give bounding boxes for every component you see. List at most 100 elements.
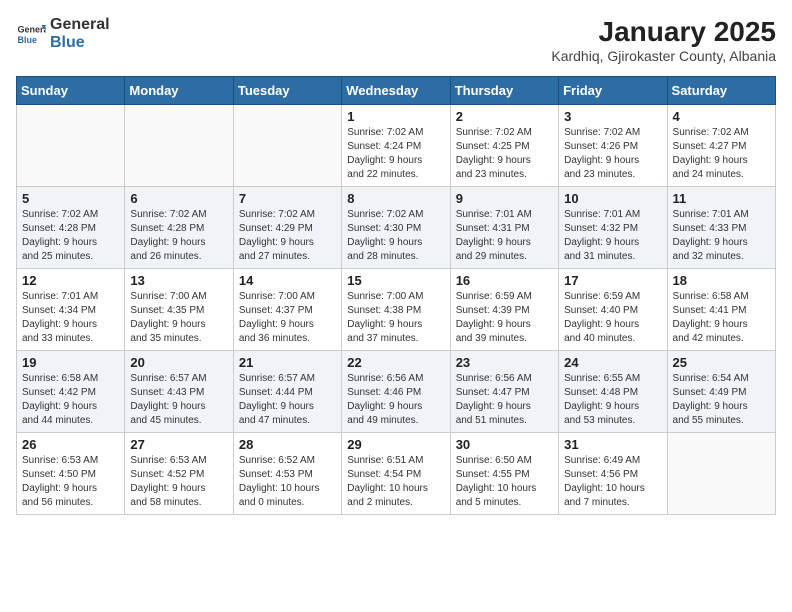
day-info: Sunrise: 6:57 AM Sunset: 4:44 PM Dayligh…: [239, 372, 336, 428]
calendar-week-row: 12 Sunrise: 7:01 AM Sunset: 4:34 PM Dayli…: [17, 269, 776, 351]
calendar-cell: 19 Sunrise: 6:58 AM Sunset: 4:42 PM Dayli…: [17, 351, 125, 433]
svg-text:General: General: [18, 24, 47, 34]
calendar-cell: 13 Sunrise: 7:00 AM Sunset: 4:35 PM Dayli…: [125, 269, 233, 351]
day-number: 23: [456, 355, 553, 370]
day-number: 7: [239, 191, 336, 206]
day-info: Sunrise: 6:56 AM Sunset: 4:47 PM Dayligh…: [456, 372, 553, 428]
weekday-header: Thursday: [450, 77, 558, 105]
page-subtitle: Kardhiq, Gjirokaster County, Albania: [551, 48, 776, 64]
calendar-cell: 4Sunrise: 7:02 AM Sunset: 4:27 PM Daylig…: [667, 105, 775, 187]
day-number: 26: [22, 437, 119, 452]
page-header: General Blue General Blue January 2025 K…: [16, 16, 776, 64]
day-info: Sunrise: 7:02 AM Sunset: 4:26 PM Dayligh…: [564, 126, 661, 182]
day-info: Sunrise: 6:56 AM Sunset: 4:46 PM Dayligh…: [347, 372, 444, 428]
day-info: Sunrise: 7:00 AM Sunset: 4:35 PM Dayligh…: [130, 290, 227, 346]
calendar-cell: 6Sunrise: 7:02 AM Sunset: 4:28 PM Daylig…: [125, 187, 233, 269]
day-info: Sunrise: 7:02 AM Sunset: 4:28 PM Dayligh…: [130, 208, 227, 264]
weekday-header: Wednesday: [342, 77, 450, 105]
calendar-week-row: 19 Sunrise: 6:58 AM Sunset: 4:42 PM Dayli…: [17, 351, 776, 433]
title-block: January 2025 Kardhiq, Gjirokaster County…: [551, 16, 776, 64]
day-number: 3: [564, 109, 661, 124]
day-info: Sunrise: 7:00 AM Sunset: 4:38 PM Dayligh…: [347, 290, 444, 346]
calendar-cell: 27 Sunrise: 6:53 AM Sunset: 4:52 PM Dayli…: [125, 433, 233, 515]
calendar-header-row: SundayMondayTuesdayWednesdayThursdayFrid…: [17, 77, 776, 105]
day-info: Sunrise: 7:02 AM Sunset: 4:30 PM Dayligh…: [347, 208, 444, 264]
calendar-cell: [17, 105, 125, 187]
day-info: Sunrise: 7:01 AM Sunset: 4:32 PM Dayligh…: [564, 208, 661, 264]
weekday-header: Tuesday: [233, 77, 341, 105]
svg-text:Blue: Blue: [18, 35, 38, 45]
day-number: 17: [564, 273, 661, 288]
day-info: Sunrise: 6:50 AM Sunset: 4:55 PM Dayligh…: [456, 454, 553, 510]
day-info: Sunrise: 7:00 AM Sunset: 4:37 PM Dayligh…: [239, 290, 336, 346]
calendar-cell: 20 Sunrise: 6:57 AM Sunset: 4:43 PM Dayli…: [125, 351, 233, 433]
day-info: Sunrise: 7:02 AM Sunset: 4:28 PM Dayligh…: [22, 208, 119, 264]
day-number: 15: [347, 273, 444, 288]
day-number: 14: [239, 273, 336, 288]
day-info: Sunrise: 6:54 AM Sunset: 4:49 PM Dayligh…: [673, 372, 770, 428]
day-info: Sunrise: 6:49 AM Sunset: 4:56 PM Dayligh…: [564, 454, 661, 510]
weekday-header: Saturday: [667, 77, 775, 105]
day-number: 21: [239, 355, 336, 370]
day-info: Sunrise: 6:59 AM Sunset: 4:39 PM Dayligh…: [456, 290, 553, 346]
day-number: 28: [239, 437, 336, 452]
calendar-cell: 14 Sunrise: 7:00 AM Sunset: 4:37 PM Dayli…: [233, 269, 341, 351]
calendar-cell: 25 Sunrise: 6:54 AM Sunset: 4:49 PM Dayli…: [667, 351, 775, 433]
calendar-cell: 28 Sunrise: 6:52 AM Sunset: 4:53 PM Dayli…: [233, 433, 341, 515]
day-info: Sunrise: 7:01 AM Sunset: 4:31 PM Dayligh…: [456, 208, 553, 264]
day-info: Sunrise: 6:58 AM Sunset: 4:41 PM Dayligh…: [673, 290, 770, 346]
calendar-cell: 31 Sunrise: 6:49 AM Sunset: 4:56 PM Dayli…: [559, 433, 667, 515]
calendar-cell: 18Sunrise: 6:58 AM Sunset: 4:41 PM Dayli…: [667, 269, 775, 351]
calendar-table: SundayMondayTuesdayWednesdayThursdayFrid…: [16, 76, 776, 515]
calendar-cell: 11Sunrise: 7:01 AM Sunset: 4:33 PM Dayli…: [667, 187, 775, 269]
day-info: Sunrise: 6:53 AM Sunset: 4:52 PM Dayligh…: [130, 454, 227, 510]
calendar-cell: 12 Sunrise: 7:01 AM Sunset: 4:34 PM Dayli…: [17, 269, 125, 351]
calendar-cell: 22 Sunrise: 6:56 AM Sunset: 4:46 PM Dayli…: [342, 351, 450, 433]
calendar-cell: 10 Sunrise: 7:01 AM Sunset: 4:32 PM Dayli…: [559, 187, 667, 269]
day-info: Sunrise: 6:52 AM Sunset: 4:53 PM Dayligh…: [239, 454, 336, 510]
calendar-week-row: 5Sunrise: 7:02 AM Sunset: 4:28 PM Daylig…: [17, 187, 776, 269]
calendar-cell: 9 Sunrise: 7:01 AM Sunset: 4:31 PM Daylig…: [450, 187, 558, 269]
calendar-cell: [125, 105, 233, 187]
day-info: Sunrise: 7:01 AM Sunset: 4:34 PM Dayligh…: [22, 290, 119, 346]
day-number: 31: [564, 437, 661, 452]
day-number: 8: [347, 191, 444, 206]
day-number: 27: [130, 437, 227, 452]
day-info: Sunrise: 6:51 AM Sunset: 4:54 PM Dayligh…: [347, 454, 444, 510]
day-info: Sunrise: 6:57 AM Sunset: 4:43 PM Dayligh…: [130, 372, 227, 428]
calendar-cell: 5Sunrise: 7:02 AM Sunset: 4:28 PM Daylig…: [17, 187, 125, 269]
calendar-cell: 3 Sunrise: 7:02 AM Sunset: 4:26 PM Daylig…: [559, 105, 667, 187]
day-number: 29: [347, 437, 444, 452]
day-number: 16: [456, 273, 553, 288]
day-number: 2: [456, 109, 553, 124]
logo-blue-text: Blue: [50, 34, 110, 52]
day-number: 19: [22, 355, 119, 370]
day-number: 20: [130, 355, 227, 370]
calendar-cell: 7 Sunrise: 7:02 AM Sunset: 4:29 PM Daylig…: [233, 187, 341, 269]
day-info: Sunrise: 6:58 AM Sunset: 4:42 PM Dayligh…: [22, 372, 119, 428]
calendar-cell: 17Sunrise: 6:59 AM Sunset: 4:40 PM Dayli…: [559, 269, 667, 351]
day-number: 25: [673, 355, 770, 370]
day-info: Sunrise: 7:02 AM Sunset: 4:29 PM Dayligh…: [239, 208, 336, 264]
day-number: 10: [564, 191, 661, 206]
calendar-week-row: 26Sunrise: 6:53 AM Sunset: 4:50 PM Dayli…: [17, 433, 776, 515]
logo-general-text: General: [50, 16, 110, 34]
calendar-cell: 15 Sunrise: 7:00 AM Sunset: 4:38 PM Dayli…: [342, 269, 450, 351]
day-number: 11: [673, 191, 770, 206]
page-title: January 2025: [551, 16, 776, 48]
calendar-cell: [667, 433, 775, 515]
day-number: 13: [130, 273, 227, 288]
calendar-cell: 1Sunrise: 7:02 AM Sunset: 4:24 PM Daylig…: [342, 105, 450, 187]
weekday-header: Monday: [125, 77, 233, 105]
day-number: 9: [456, 191, 553, 206]
day-number: 30: [456, 437, 553, 452]
weekday-header: Sunday: [17, 77, 125, 105]
day-number: 12: [22, 273, 119, 288]
day-number: 22: [347, 355, 444, 370]
logo-icon: General Blue: [16, 19, 46, 49]
calendar-cell: [233, 105, 341, 187]
calendar-cell: 26Sunrise: 6:53 AM Sunset: 4:50 PM Dayli…: [17, 433, 125, 515]
day-number: 1: [347, 109, 444, 124]
calendar-cell: 24Sunrise: 6:55 AM Sunset: 4:48 PM Dayli…: [559, 351, 667, 433]
day-number: 4: [673, 109, 770, 124]
